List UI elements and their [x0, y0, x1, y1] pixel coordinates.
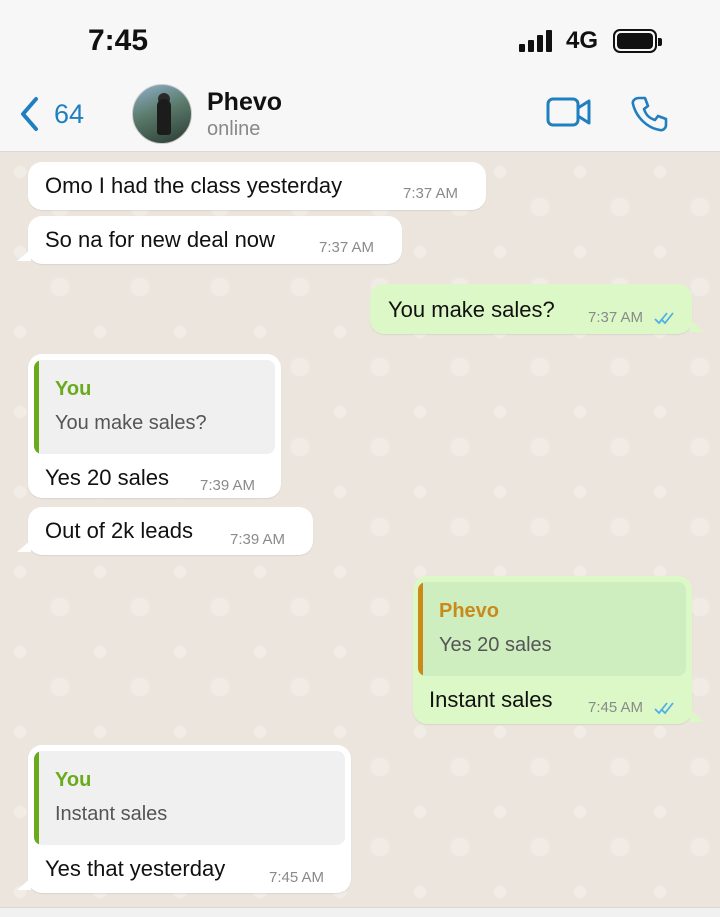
back-button[interactable]: 64: [18, 96, 84, 132]
message-time: 7:45 AM: [588, 699, 644, 716]
message-bubble-incoming[interactable]: So na for new deal now 7:37 AM: [28, 216, 402, 264]
message-text: Yes 20 sales: [45, 465, 169, 490]
network-label: 4G: [566, 27, 599, 54]
voice-call-button[interactable]: [630, 95, 668, 138]
unread-count: 64: [54, 98, 85, 129]
message-time: 7:37 AM: [403, 185, 459, 202]
avatar[interactable]: [132, 84, 192, 144]
chat-area[interactable]: Omo I had the class yesterday 7:37 AM So…: [0, 152, 720, 907]
bubble-tail: [690, 320, 704, 332]
read-ticks-icon: [654, 702, 674, 715]
message-time: 7:37 AM: [319, 239, 375, 256]
video-call-button[interactable]: [546, 96, 592, 133]
message-bubble-incoming[interactable]: Out of 2k leads 7:39 AM: [28, 507, 313, 555]
bubble-tail: [17, 878, 31, 890]
quoted-author: You: [55, 769, 92, 791]
status-time: 7:45: [88, 24, 149, 57]
quoted-text: You make sales?: [55, 412, 207, 434]
message-bubble-incoming[interactable]: You You make sales? Yes 20 sales 7:39 AM: [28, 354, 281, 498]
message-text: So na for new deal now: [45, 227, 275, 252]
contact-status: online: [207, 118, 261, 140]
message-text: Omo I had the class yesterday: [45, 173, 343, 198]
chevron-left-icon: [21, 97, 38, 131]
input-bar-edge: [0, 907, 720, 917]
quoted-message[interactable]: Phevo Yes 20 sales: [418, 582, 686, 676]
quoted-message[interactable]: You You make sales?: [34, 360, 275, 454]
video-camera-icon: [546, 97, 591, 127]
contact-name[interactable]: Phevo: [207, 88, 282, 117]
message-time: 7:39 AM: [200, 477, 256, 494]
message-text: Yes that yesterday: [45, 856, 226, 881]
signal-icon: [519, 30, 555, 52]
quoted-author: Phevo: [439, 600, 500, 622]
message-bubble-incoming[interactable]: You Instant sales Yes that yesterday 7:4…: [28, 745, 351, 893]
quoted-author: You: [55, 378, 92, 400]
bubble-tail: [17, 540, 31, 552]
message-time: 7:37 AM: [588, 309, 644, 326]
message-time: 7:39 AM: [230, 531, 286, 548]
battery-icon: [613, 29, 662, 53]
quoted-text: Instant sales: [55, 803, 168, 825]
top-bar: 7:45 4G 64 Phevo online: [0, 0, 720, 152]
message-bubble-outgoing[interactable]: Phevo Yes 20 sales Instant sales 7:45 AM: [413, 576, 692, 724]
message-bubble-outgoing[interactable]: You make sales? 7:37 AM: [370, 284, 692, 334]
bubble-tail: [690, 710, 704, 722]
message-text: Out of 2k leads: [45, 518, 193, 543]
phone-icon: [631, 96, 668, 132]
message-time: 7:45 AM: [269, 869, 325, 886]
message-text: Instant sales: [429, 687, 553, 712]
quoted-message[interactable]: You Instant sales: [34, 751, 345, 845]
quoted-text: Yes 20 sales: [439, 634, 552, 656]
bubble-tail: [17, 249, 31, 261]
message-text: You make sales?: [388, 297, 555, 322]
read-ticks-icon: [654, 312, 674, 325]
message-bubble-incoming[interactable]: Omo I had the class yesterday 7:37 AM: [28, 162, 486, 210]
